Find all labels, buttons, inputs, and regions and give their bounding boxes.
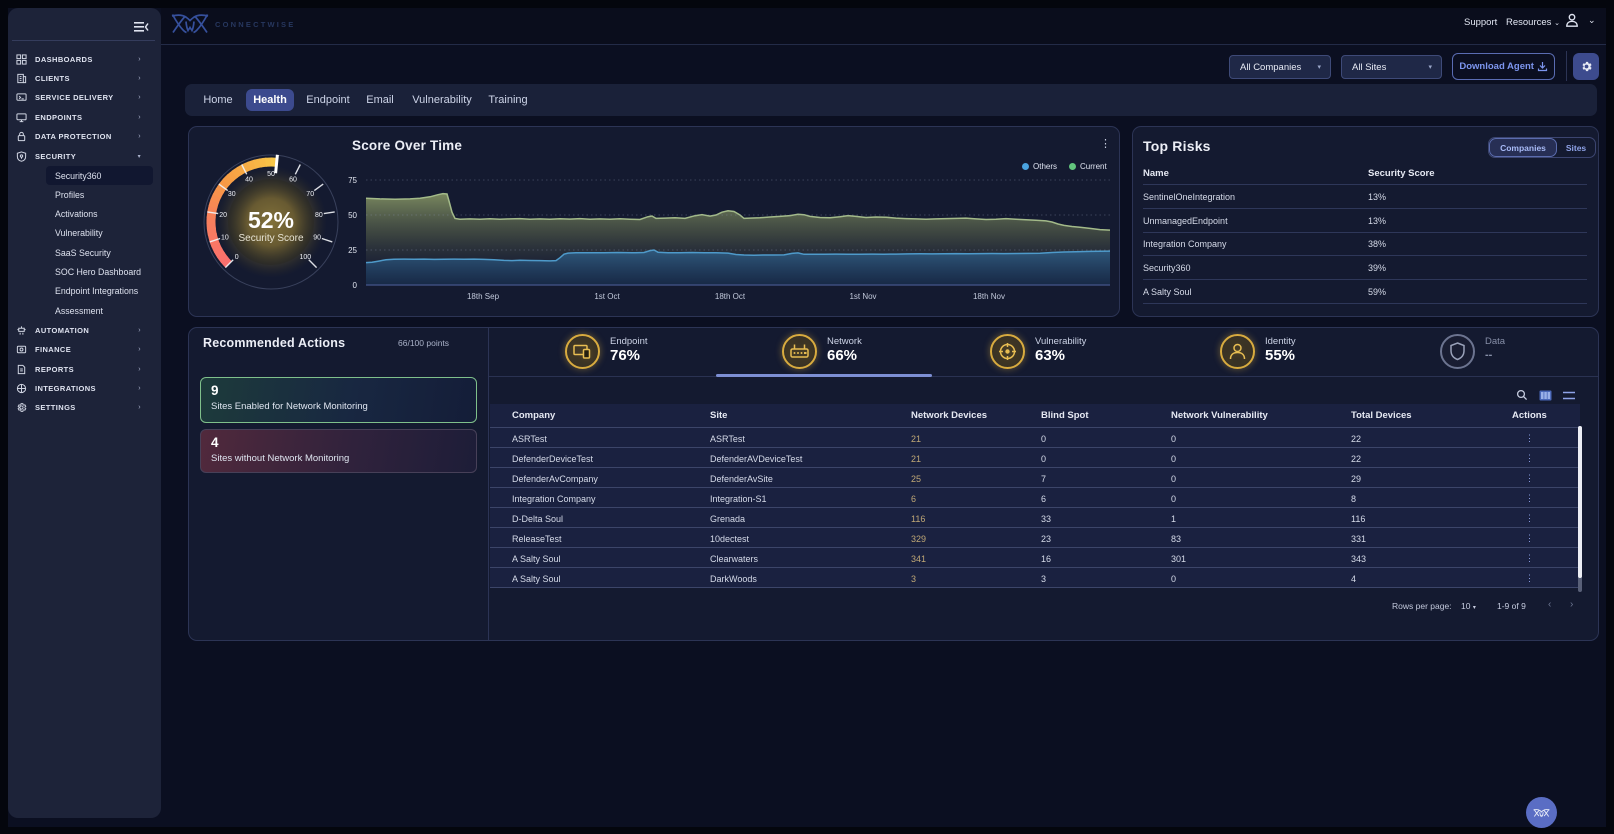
svg-text:18th Sep: 18th Sep — [467, 292, 500, 301]
svg-text:30: 30 — [228, 191, 236, 198]
svg-text:0: 0 — [235, 254, 239, 261]
svg-text:0: 0 — [353, 281, 358, 290]
svg-text:100: 100 — [299, 254, 311, 261]
svg-text:80: 80 — [315, 212, 323, 219]
svg-text:50: 50 — [267, 171, 275, 178]
svg-text:90: 90 — [313, 235, 321, 242]
svg-text:10: 10 — [221, 235, 229, 242]
svg-text:CONNECTWISE: CONNECTWISE — [215, 20, 295, 29]
svg-text:1st Nov: 1st Nov — [849, 292, 876, 301]
svg-text:Security Score: Security Score — [238, 233, 303, 244]
svg-text:18th Nov: 18th Nov — [973, 292, 1005, 301]
svg-text:60: 60 — [289, 176, 297, 183]
svg-text:20: 20 — [219, 212, 227, 219]
svg-text:40: 40 — [245, 176, 253, 183]
svg-text:70: 70 — [306, 191, 314, 198]
svg-text:1st Oct: 1st Oct — [594, 292, 620, 301]
svg-text:52%: 52% — [248, 207, 294, 233]
svg-text:18th Oct: 18th Oct — [715, 292, 746, 301]
